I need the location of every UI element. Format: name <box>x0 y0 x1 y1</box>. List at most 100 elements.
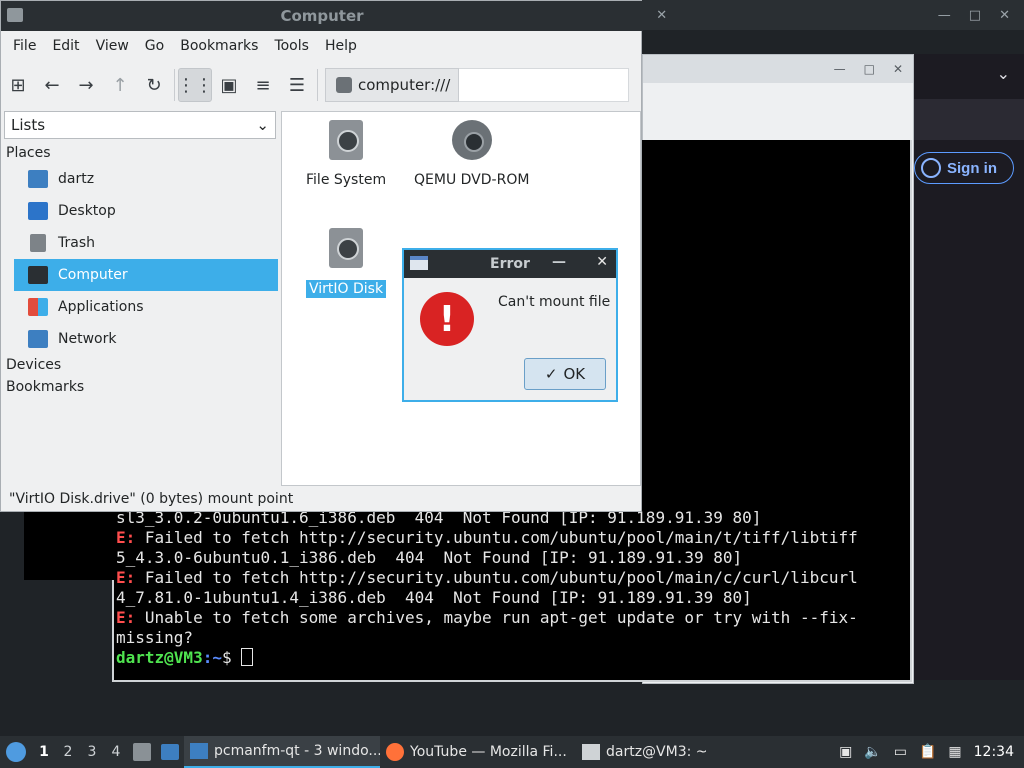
terminal-icon <box>582 744 600 760</box>
close-icon[interactable]: ✕ <box>893 62 903 76</box>
terminal-line: E: Unable to fetch some archives, maybe … <box>116 608 858 627</box>
optical-disc-icon <box>451 120 492 160</box>
file-item-virtio[interactable]: VirtIO Disk <box>306 228 387 298</box>
forward-icon[interactable]: → <box>69 68 103 102</box>
task-firefox[interactable]: YouTube — Mozilla Fi... <box>380 736 576 768</box>
system-tray: ▣ 🔈 ▭ 📋 ▦ 12:34 <box>839 744 1024 760</box>
compact-view-icon[interactable]: ≡ <box>246 68 280 102</box>
desktop-icon <box>28 202 48 220</box>
path-button[interactable]: computer:/// <box>325 68 459 102</box>
chevron-down-icon[interactable]: ⌄ <box>997 64 1010 83</box>
taskbar: 1 2 3 4 pcmanfm-qt - 3 windo... YouTube … <box>0 736 1024 768</box>
signin-button[interactable]: Sign in <box>914 152 1014 184</box>
toolbar-separator <box>317 69 318 101</box>
reload-icon[interactable]: ↻ <box>137 68 171 102</box>
menu-edit[interactable]: Edit <box>44 38 87 54</box>
network-icon <box>28 330 48 348</box>
harddisk-icon <box>329 120 364 160</box>
terminal-line: E: Failed to fetch http://security.ubunt… <box>116 568 858 587</box>
sidebar-item-computer[interactable]: Computer <box>14 259 278 291</box>
back-icon[interactable]: ← <box>35 68 69 102</box>
section-places: Places <box>6 145 51 161</box>
display-icon[interactable]: ▭ <box>894 744 907 760</box>
menu-go[interactable]: Go <box>137 38 172 54</box>
terminal-line: missing? <box>116 628 194 647</box>
home-folder-icon <box>28 170 48 188</box>
firefox-content <box>912 140 1024 680</box>
chevron-down-icon: ⌄ <box>256 116 269 134</box>
desktop-black-region <box>24 508 114 580</box>
maximize-icon[interactable]: □ <box>864 62 875 76</box>
folder-app-icon <box>7 8 23 22</box>
sidebar-item-applications[interactable]: Applications <box>14 291 278 323</box>
menu-bookmarks[interactable]: Bookmarks <box>172 38 266 54</box>
task-terminal[interactable]: dartz@VM3: ~ <box>576 736 772 768</box>
firefox-icon <box>386 743 404 761</box>
section-bookmarks[interactable]: Bookmarks <box>4 379 279 403</box>
close-icon[interactable]: ✕ <box>656 8 667 23</box>
user-icon <box>921 158 941 178</box>
clipboard-icon[interactable]: 📋 <box>919 744 936 760</box>
toolbar: ⊞ ← → ↑ ↻ ⋮⋮ ▣ ≡ ☰ computer:/// <box>1 63 643 107</box>
workspace-3[interactable]: 3 <box>80 744 104 760</box>
detail-view-icon[interactable]: ☰ <box>280 68 314 102</box>
dialog-titlebar: Error — ✕ <box>404 250 616 278</box>
error-icon: ! <box>420 292 474 346</box>
file-manager-launcher-icon[interactable] <box>128 738 156 766</box>
terminal-line: E: Failed to fetch http://security.ubunt… <box>116 528 858 547</box>
drive-icon <box>336 77 352 93</box>
minimize-icon[interactable]: — <box>834 62 846 76</box>
sidebar-item-trash[interactable]: Trash <box>14 227 278 259</box>
sidebar-mode-select[interactable]: Lists ⌄ <box>4 111 276 139</box>
menu-tools[interactable]: Tools <box>266 38 317 54</box>
menubar: File Edit View Go Bookmarks Tools Help <box>1 31 643 61</box>
window-icon <box>410 256 428 270</box>
maximize-icon[interactable]: □ <box>969 8 981 23</box>
dialog-title: Error <box>490 256 530 272</box>
error-prefix: E: <box>116 608 136 627</box>
menu-view[interactable]: View <box>88 38 137 54</box>
show-desktop-icon[interactable] <box>156 738 184 766</box>
error-dialog: Error — ✕ ! Can't mount file ✓ OK <box>402 248 618 402</box>
icon-view-icon[interactable]: ⋮⋮ <box>177 68 213 102</box>
lubuntu-logo-icon <box>6 742 26 762</box>
workspace-1[interactable]: 1 <box>32 744 56 760</box>
terminal-toolbar <box>643 83 913 139</box>
up-icon[interactable]: ↑ <box>103 68 137 102</box>
workspace-4[interactable]: 4 <box>104 744 128 760</box>
menu-file[interactable]: File <box>5 38 44 54</box>
minimize-icon[interactable]: — <box>552 254 566 270</box>
status-bar: "VirtIO Disk.drive" (0 bytes) mount poin… <box>1 487 641 511</box>
computer-icon <box>28 266 48 284</box>
sidebar-item-network[interactable]: Network <box>14 323 278 355</box>
error-prefix: E: <box>116 528 136 547</box>
firefox-window-controls: — □ ✕ <box>938 0 1024 30</box>
task-pcmanfm[interactable]: pcmanfm-qt - 3 windo... <box>184 736 380 768</box>
new-tab-icon[interactable]: ⊞ <box>1 68 35 102</box>
start-menu-button[interactable] <box>0 736 32 768</box>
file-item-filesystem[interactable]: File System <box>306 120 386 188</box>
file-item-dvd[interactable]: QEMU DVD-ROM <box>414 120 529 188</box>
network-status-icon[interactable]: ▦ <box>948 744 961 760</box>
section-devices[interactable]: Devices <box>4 355 279 379</box>
sidebar-item-desktop[interactable]: Desktop <box>14 195 278 227</box>
menu-help[interactable]: Help <box>317 38 365 54</box>
clock[interactable]: 12:34 <box>974 744 1014 760</box>
sidebar-item-home[interactable]: dartz <box>14 163 278 195</box>
ok-button[interactable]: ✓ OK <box>524 358 606 390</box>
volume-icon[interactable]: 🔈 <box>864 744 881 760</box>
terminal-prompt[interactable]: dartz@VM3:~$ <box>116 648 910 668</box>
close-icon[interactable]: ✕ <box>999 8 1010 23</box>
thumbnail-view-icon[interactable]: ▣ <box>212 68 246 102</box>
terminal-line: 5_4.3.0-6ubuntu0.1_i386.deb 404 Not Foun… <box>116 548 743 567</box>
notification-icon[interactable]: ▣ <box>839 744 852 760</box>
path-bar-empty[interactable] <box>459 68 629 102</box>
terminal-titlebar: — □ ✕ <box>643 55 913 83</box>
error-prefix: E: <box>116 568 136 587</box>
trash-icon <box>30 234 46 252</box>
workspace-2[interactable]: 2 <box>56 744 80 760</box>
close-icon[interactable]: ✕ <box>596 254 608 270</box>
minimize-icon[interactable]: — <box>938 8 951 23</box>
sidebar: Lists ⌄ Places dartz Desktop Trash Compu… <box>4 111 279 486</box>
dialog-message: Can't mount file <box>498 294 611 310</box>
